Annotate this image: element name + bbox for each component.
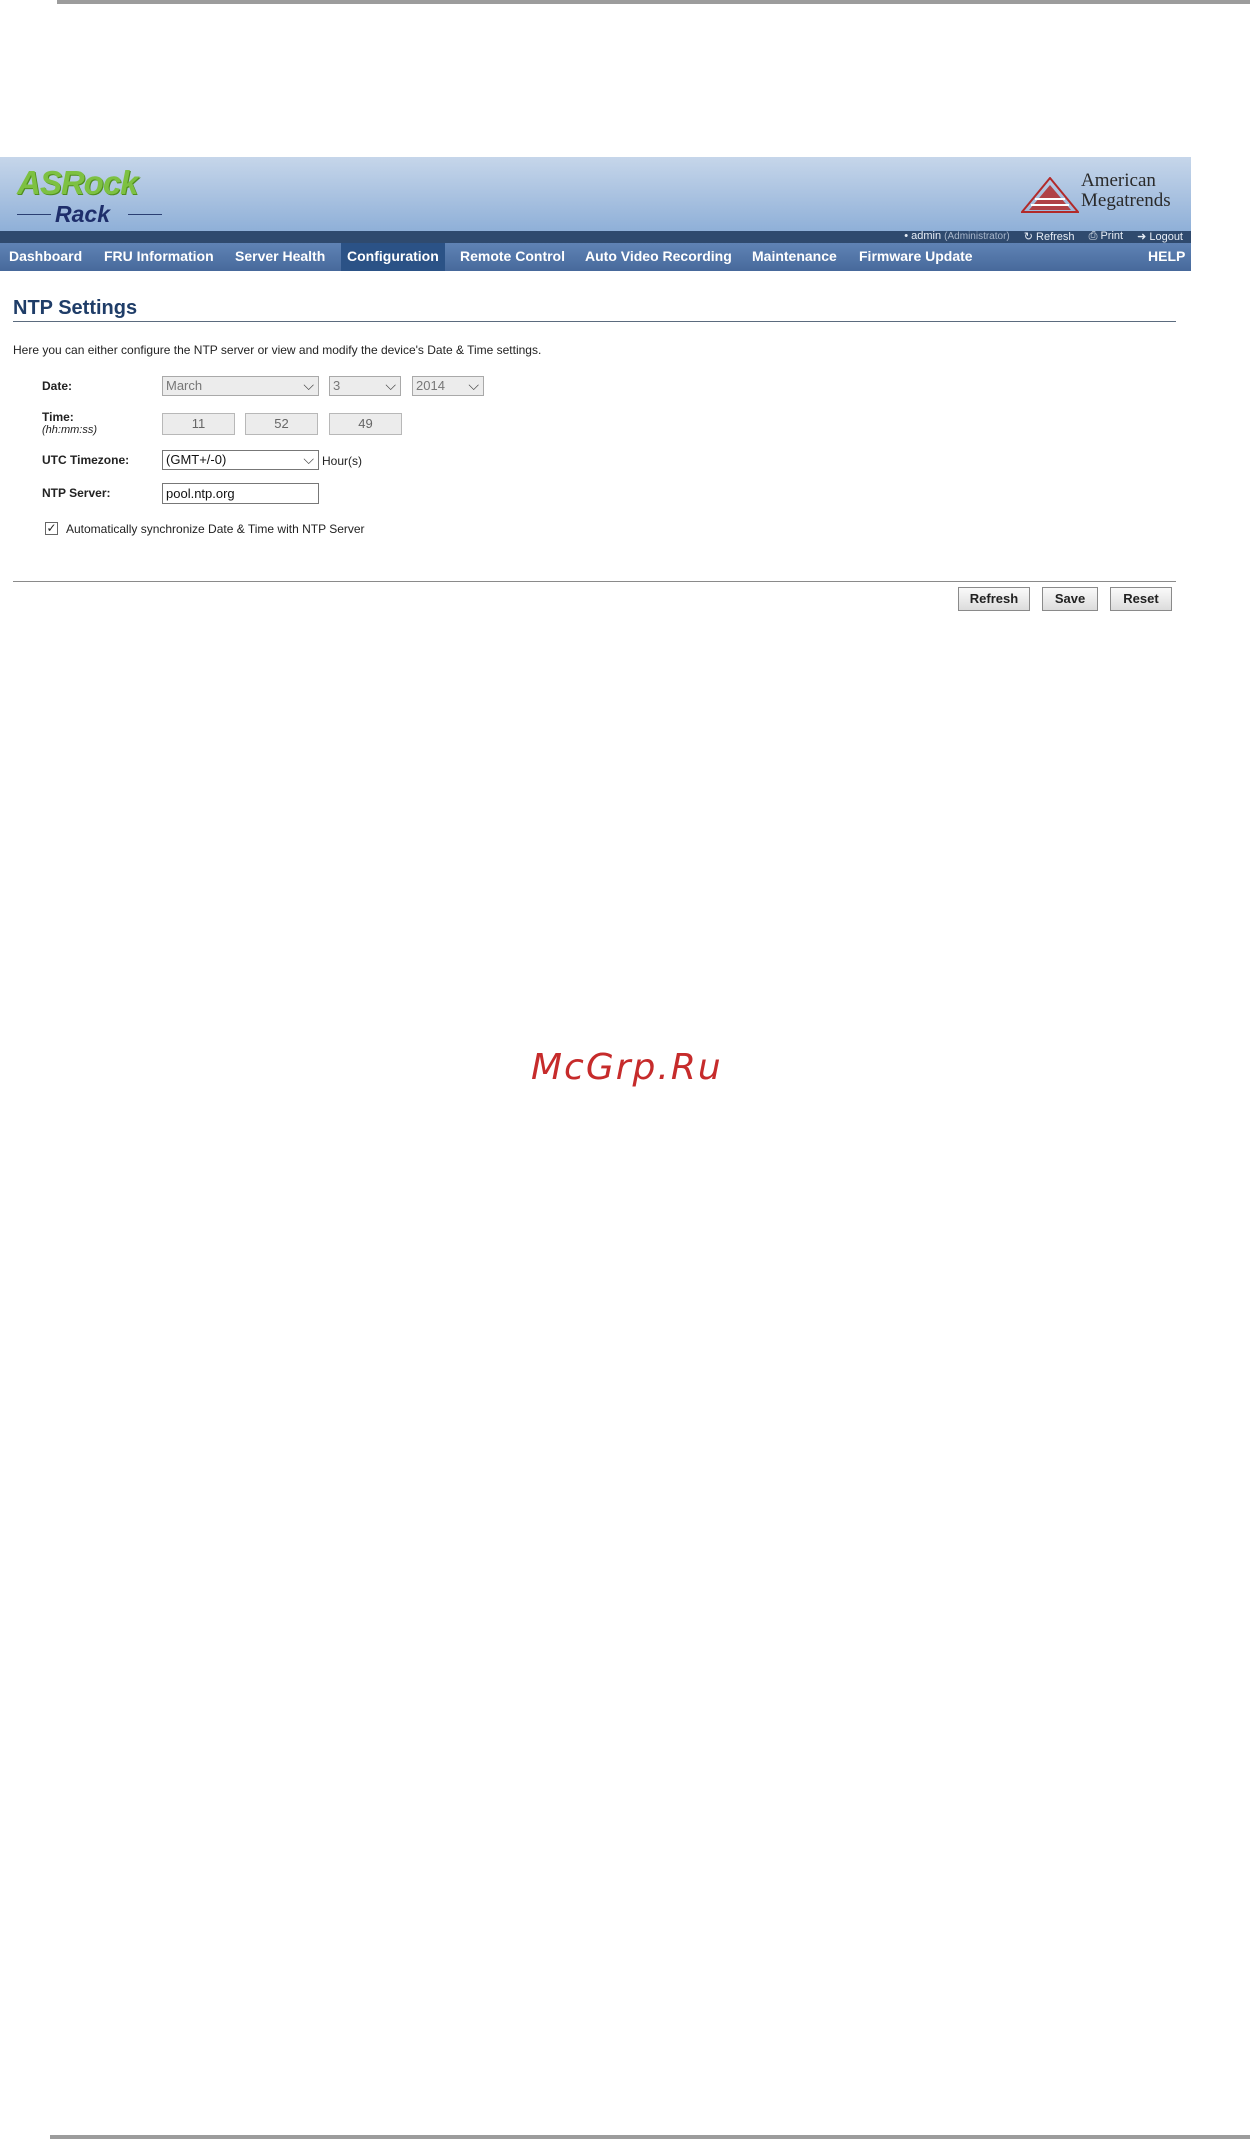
save-button[interactable]: Save (1042, 587, 1098, 611)
date-month-select[interactable]: March ⌵ (162, 376, 319, 396)
refresh-button[interactable]: Refresh (958, 587, 1030, 611)
auto-sync-checkbox[interactable]: ✓ (45, 522, 58, 535)
logout-link[interactable]: ➜ Logout (1137, 230, 1183, 243)
ami-text-line1: American (1081, 170, 1156, 191)
date-label: Date: (42, 379, 73, 393)
chevron-down-icon: ⌵ (303, 377, 314, 393)
asrock-logo-text: ASRock (17, 164, 139, 201)
page-bottom-rule (50, 2135, 1250, 2139)
ntp-server-input[interactable]: pool.ntp.org (162, 483, 319, 504)
bmc-web-ui: ASRock Rack American Megatrends • admin … (0, 157, 1191, 613)
refresh-icon: ↻ (1023, 231, 1033, 243)
nav-firmware-update[interactable]: Firmware Update (853, 243, 979, 271)
ami-text-line2: Megatrends (1081, 190, 1171, 211)
time-second-field[interactable]: 49 (329, 413, 402, 435)
nav-dashboard[interactable]: Dashboard (3, 243, 88, 271)
reset-button[interactable]: Reset (1110, 587, 1172, 611)
page-description: Here you can either configure the NTP se… (13, 343, 542, 357)
refresh-link[interactable]: ↻ Refresh (1024, 230, 1075, 243)
title-divider (13, 321, 1176, 322)
date-day-select[interactable]: 3 ⌵ (329, 376, 401, 396)
asrock-rack-logo: ASRock Rack (17, 164, 162, 227)
nav-maintenance[interactable]: Maintenance (746, 243, 843, 271)
auto-sync-label: Automatically synchronize Date & Time wi… (66, 522, 365, 536)
date-year-select[interactable]: 2014 ⌵ (412, 376, 484, 396)
time-format-hint: (hh:mm:ss) (42, 424, 97, 436)
time-label: Time: (42, 410, 74, 424)
print-icon: ⎙ (1088, 230, 1098, 242)
page-top-rule (57, 0, 1250, 4)
ami-logo: American Megatrends (1021, 171, 1181, 217)
utc-timezone-label: UTC Timezone: (42, 453, 130, 467)
print-link[interactable]: ⎙ Print (1089, 230, 1124, 243)
user-info: • admin (Administrator) (904, 230, 1010, 242)
form-divider (13, 581, 1176, 582)
utc-timezone-select[interactable]: (GMT+/-0) ⌵ (162, 450, 319, 470)
rack-logo-text: Rack (55, 201, 110, 227)
nav-auto-video-recording[interactable]: Auto Video Recording (579, 243, 738, 271)
time-minute-field[interactable]: 52 (245, 413, 318, 435)
chevron-down-icon: ⌵ (303, 451, 314, 467)
utc-unit-label: Hour(s) (322, 454, 363, 468)
user-bar: • admin (Administrator) ↻ Refresh ⎙ Prin… (0, 230, 1191, 243)
watermark-text: McGrp.Ru (531, 1047, 723, 1088)
ami-triangle-icon (1021, 177, 1079, 213)
page-title: NTP Settings (13, 297, 138, 319)
ntp-server-label: NTP Server: (42, 486, 111, 500)
nav-remote-control[interactable]: Remote Control (454, 243, 571, 271)
nav-fru-information[interactable]: FRU Information (98, 243, 220, 271)
chevron-down-icon: ⌵ (385, 377, 396, 393)
nav-help[interactable]: HELP (1142, 243, 1191, 271)
main-nav: Dashboard FRU Information Server Health … (0, 243, 1191, 271)
chevron-down-icon: ⌵ (468, 377, 479, 393)
logout-icon: ➜ (1137, 231, 1147, 243)
header-banner: ASRock Rack American Megatrends (0, 157, 1191, 231)
nav-configuration[interactable]: Configuration (341, 243, 445, 271)
nav-server-health[interactable]: Server Health (229, 243, 331, 271)
time-hour-field[interactable]: 11 (162, 413, 235, 435)
